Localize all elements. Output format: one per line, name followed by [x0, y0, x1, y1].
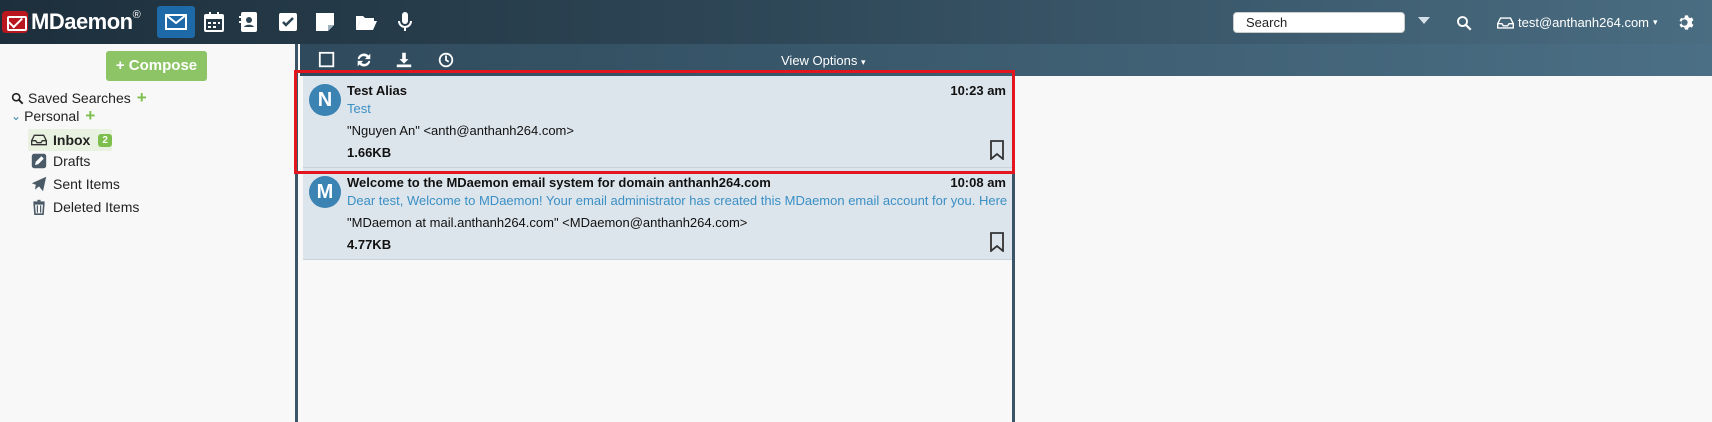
- logo-text: MDaemon®: [31, 9, 141, 34]
- contacts-app-button[interactable]: [230, 6, 268, 38]
- unread-count-badge: 2: [98, 133, 112, 147]
- sidebar-item-label: Inbox: [53, 132, 91, 148]
- logo-mark-icon: [2, 11, 28, 33]
- message-row[interactable]: M Welcome to the MDaemon email system fo…: [303, 168, 1012, 260]
- account-menu[interactable]: test@anthanh264.com ▾: [1497, 15, 1658, 30]
- selection-highlight-box: [294, 70, 1015, 174]
- message-address: "MDaemon at mail.anthanh264.com" <MDaemo…: [347, 215, 748, 230]
- clock-icon[interactable]: [437, 51, 455, 69]
- account-email: test@anthanh264.com: [1518, 15, 1650, 30]
- app-window: MDaemon® Search test@anthanh264.com ▾ Vi…: [0, 0, 1712, 422]
- personal-folder-group[interactable]: ⌄ Personal +: [11, 107, 95, 124]
- chevron-down-icon: ▾: [860, 57, 866, 67]
- refresh-icon[interactable]: [355, 51, 373, 69]
- compose-button[interactable]: + Compose: [106, 51, 207, 81]
- bookmark-icon[interactable]: [990, 232, 1004, 252]
- voice-app-button[interactable]: [386, 6, 424, 38]
- sidebar-item-sent[interactable]: Sent Items: [31, 176, 120, 192]
- gear-icon[interactable]: [1677, 13, 1696, 32]
- sidebar-item-drafts[interactable]: Drafts: [31, 153, 90, 169]
- search-options-dropdown-icon[interactable]: [1418, 17, 1430, 24]
- folder-sidebar: + Compose Saved Searches + ⌄ Personal + …: [0, 44, 298, 422]
- sidebar-item-label: Sent Items: [53, 176, 120, 192]
- top-bar: MDaemon® Search test@anthanh264.com ▾: [0, 0, 1712, 44]
- notes-icon: [316, 13, 334, 31]
- select-all-checkbox-icon[interactable]: [318, 51, 336, 69]
- plus-icon: +: [115, 57, 125, 74]
- sidebar-item-inbox[interactable]: Inbox 2: [31, 129, 112, 151]
- download-icon[interactable]: [395, 51, 413, 69]
- sender-avatar: M: [309, 176, 341, 208]
- saved-searches-row[interactable]: Saved Searches +: [11, 89, 147, 106]
- inbox-tray-icon: [1497, 16, 1514, 29]
- saved-searches-label: Saved Searches: [28, 90, 131, 106]
- documents-app-button[interactable]: [347, 6, 385, 38]
- reading-pane: [1018, 76, 1712, 422]
- tasks-app-button[interactable]: [269, 6, 307, 38]
- sidebar-item-label: Drafts: [53, 153, 91, 169]
- add-folder-icon[interactable]: +: [85, 107, 95, 124]
- calendar-app-button[interactable]: [195, 6, 233, 38]
- inbox-tray-icon: [31, 134, 47, 146]
- pencil-icon: [31, 153, 47, 169]
- search-icon[interactable]: [1455, 14, 1473, 32]
- trash-icon: [33, 199, 45, 215]
- chevron-down-icon: ▾: [1653, 17, 1658, 27]
- add-saved-search-icon[interactable]: +: [137, 89, 147, 106]
- contacts-icon: [239, 12, 257, 32]
- sidebar-item-label: Deleted Items: [53, 199, 140, 215]
- calendar-icon: [204, 12, 224, 32]
- notes-app-button[interactable]: [306, 6, 344, 38]
- search-icon: [11, 92, 24, 104]
- sidebar-item-deleted[interactable]: Deleted Items: [31, 199, 139, 215]
- message-time: 10:08 am: [950, 175, 1006, 190]
- tasks-icon: [279, 13, 297, 31]
- view-options-menu[interactable]: View Options ▾: [781, 53, 866, 68]
- microphone-icon: [398, 12, 412, 31]
- mail-app-button[interactable]: [157, 6, 195, 38]
- paper-plane-icon: [31, 176, 47, 192]
- folder-open-icon: [356, 16, 377, 30]
- message-size: 4.77KB: [347, 237, 392, 252]
- search-input[interactable]: Search: [1233, 12, 1405, 33]
- chevron-down-icon: ⌄: [11, 109, 22, 123]
- mail-icon: [165, 14, 187, 30]
- message-subject: Dear test, Welcome to MDaemon! Your emai…: [347, 193, 1007, 208]
- message-sender: Welcome to the MDaemon email system for …: [347, 175, 771, 190]
- personal-label: Personal: [24, 108, 80, 124]
- mdaemon-logo[interactable]: MDaemon®: [2, 9, 141, 35]
